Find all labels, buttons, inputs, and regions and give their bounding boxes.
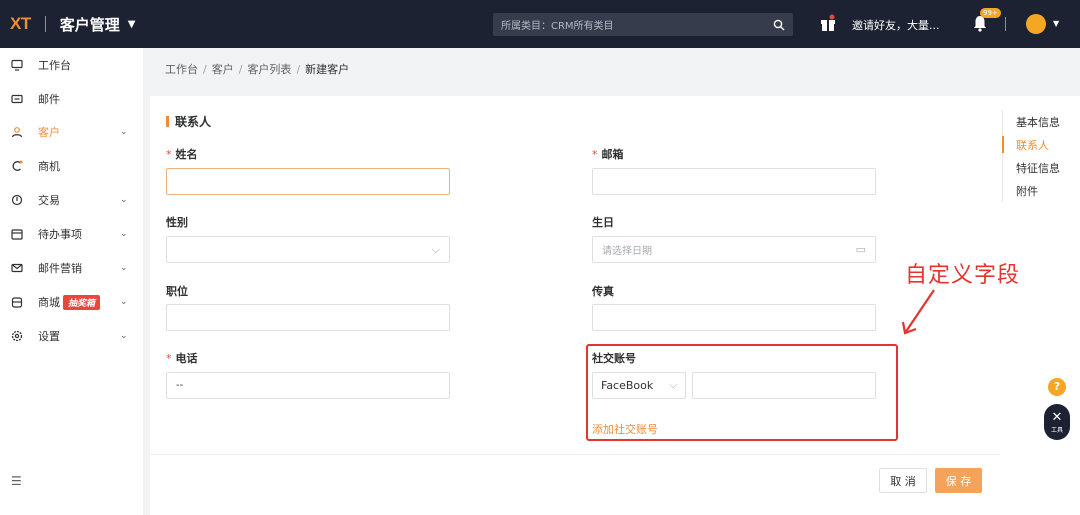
topbar-divider bbox=[1005, 17, 1006, 31]
name-label-text: 姓名 bbox=[175, 148, 198, 161]
breadcrumb-current: 新建客户 bbox=[305, 63, 350, 76]
breadcrumb-item[interactable]: 客户列表 bbox=[247, 63, 291, 76]
help-button[interactable]: ? bbox=[1048, 378, 1066, 396]
sidebar-item-mail[interactable]: 邮件 bbox=[0, 82, 143, 116]
user-avatar[interactable] bbox=[1026, 14, 1046, 34]
custom-field-annotation: 自定义字段 bbox=[905, 263, 1021, 288]
breadcrumb-item[interactable]: 客户 bbox=[212, 63, 234, 76]
section-anchor-nav: 基本信息 联系人 特征信息 附件 bbox=[1002, 110, 1072, 202]
birthday-label: 生日 bbox=[592, 216, 614, 229]
invite-friends-link[interactable]: 邀请好友，大量... bbox=[852, 17, 940, 33]
fax-label: 传真 bbox=[592, 285, 614, 298]
phone-label: * 电话 bbox=[166, 352, 198, 365]
sidebar-item-opportunity[interactable]: 商机 bbox=[0, 149, 143, 183]
save-button[interactable]: 保 存 bbox=[935, 468, 982, 493]
app-switcher-caret-icon[interactable]: ▼ bbox=[128, 19, 136, 30]
anchor-features[interactable]: 特征信息 bbox=[1003, 156, 1072, 179]
breadcrumb-item[interactable]: 工作台 bbox=[165, 63, 198, 76]
logo-divider bbox=[44, 16, 46, 32]
search-placeholder: 所属类目：CRM所有类目 bbox=[501, 21, 614, 32]
app-logo[interactable]: XT bbox=[10, 14, 31, 34]
chevron-down-icon[interactable]: ⌄ bbox=[120, 229, 128, 239]
email-label: * 邮箱 bbox=[592, 148, 624, 161]
user-menu-caret-icon[interactable]: ▼ bbox=[1053, 19, 1059, 28]
sidebar-item-label: 商机 bbox=[38, 160, 60, 173]
sidebar: 工作台 邮件 客户 ⌄ 商机 交易 ⌄ 待办事项 ⌄ 邮件营销 ⌄ 商城 抽奖箱… bbox=[0, 48, 143, 515]
mail-icon bbox=[11, 94, 23, 104]
gender-label: 性别 bbox=[166, 216, 188, 229]
social-platform-value: FaceBook bbox=[601, 379, 654, 392]
email-label-text: 邮箱 bbox=[601, 148, 624, 161]
position-label: 职位 bbox=[166, 285, 188, 298]
phone-field[interactable]: -- bbox=[166, 372, 450, 399]
calendar-icon: ▭ bbox=[855, 243, 866, 256]
lottery-badge[interactable]: 抽奖箱 bbox=[63, 295, 101, 310]
social-account-label: 社交账号 bbox=[592, 352, 636, 365]
chevron-down-icon[interactable]: ⌄ bbox=[120, 297, 128, 307]
sidebar-item-todo[interactable]: 待办事项 ⌄ bbox=[0, 217, 143, 251]
fax-field[interactable] bbox=[592, 304, 876, 331]
mail-marketing-icon bbox=[11, 263, 23, 273]
position-field[interactable] bbox=[166, 304, 450, 331]
calendar-icon bbox=[11, 229, 23, 240]
sidebar-item-label: 客户 bbox=[38, 126, 60, 139]
social-account-input[interactable] bbox=[692, 372, 876, 399]
sidebar-item-label: 设置 bbox=[38, 330, 60, 343]
sidebar-item-label: 待办事项 bbox=[38, 228, 82, 241]
tools-icon: ✕ bbox=[1051, 409, 1063, 425]
tools-label: 工具 bbox=[1050, 426, 1063, 434]
sidebar-item-store[interactable]: 商城 抽奖箱 ⌄ bbox=[0, 285, 143, 319]
sidebar-item-label: 邮件营销 bbox=[38, 262, 82, 275]
cancel-button[interactable]: 取 消 bbox=[879, 468, 927, 493]
deal-icon bbox=[11, 194, 23, 206]
opportunity-icon bbox=[12, 160, 23, 171]
store-icon bbox=[11, 297, 23, 308]
chevron-down-icon[interactable]: ⌄ bbox=[120, 331, 128, 341]
anchor-contacts[interactable]: 联系人 bbox=[1002, 133, 1072, 156]
birthday-date-picker[interactable]: 请选择日期 ▭ bbox=[592, 236, 876, 263]
category-search-input[interactable]: 所属类目：CRM所有类目 bbox=[493, 13, 793, 36]
sidebar-item-settings[interactable]: 设置 ⌄ bbox=[0, 319, 143, 353]
chevron-down-icon: ⌵ bbox=[669, 380, 677, 391]
annotation-arrow-icon bbox=[901, 289, 935, 335]
name-label: * 姓名 bbox=[166, 148, 198, 161]
sidebar-item-mail-marketing[interactable]: 邮件营销 ⌄ bbox=[0, 251, 143, 285]
sidebar-item-workbench[interactable]: 工作台 bbox=[0, 48, 143, 82]
chevron-down-icon: ⌵ bbox=[431, 242, 440, 256]
collapse-sidebar-icon[interactable]: ☰ bbox=[11, 474, 22, 488]
user-icon bbox=[11, 127, 23, 138]
anchor-attachments[interactable]: 附件 bbox=[1003, 179, 1072, 202]
name-field[interactable] bbox=[166, 168, 450, 195]
phone-value: -- bbox=[176, 380, 184, 391]
gear-icon bbox=[11, 330, 23, 342]
gender-select[interactable]: ⌵ bbox=[166, 236, 450, 263]
email-field[interactable] bbox=[592, 168, 876, 195]
gift-icon[interactable] bbox=[820, 14, 836, 32]
sidebar-item-label: 交易 bbox=[38, 194, 60, 207]
logo-text: XT bbox=[10, 14, 31, 33]
tools-button[interactable]: ✕ 工具 bbox=[1044, 404, 1070, 440]
chevron-down-icon[interactable]: ⌄ bbox=[120, 127, 128, 137]
sidebar-item-customer[interactable]: 客户 ⌄ bbox=[0, 115, 143, 149]
sidebar-item-label: 工作台 bbox=[38, 59, 71, 72]
breadcrumb: 工作台 / 客户 / 客户列表 / 新建客户 bbox=[165, 63, 350, 76]
notification-badge: 99+ bbox=[980, 8, 1001, 18]
app-title[interactable]: 客户管理 bbox=[60, 14, 120, 35]
social-platform-select[interactable]: FaceBook ⌵ bbox=[592, 372, 686, 399]
footer-divider bbox=[150, 454, 1000, 455]
monitor-icon bbox=[11, 59, 23, 71]
chevron-down-icon[interactable]: ⌄ bbox=[120, 263, 128, 273]
anchor-basic-info[interactable]: 基本信息 bbox=[1003, 110, 1072, 133]
add-social-account-link[interactable]: 添加社交账号 bbox=[592, 421, 658, 437]
sidebar-item-label: 邮件 bbox=[38, 93, 60, 106]
chevron-down-icon[interactable]: ⌄ bbox=[120, 195, 128, 205]
section-title: 联系人 bbox=[166, 113, 211, 130]
phone-label-text: 电话 bbox=[175, 352, 198, 365]
search-icon[interactable] bbox=[773, 19, 785, 31]
sidebar-item-deal[interactable]: 交易 ⌄ bbox=[0, 183, 143, 217]
sidebar-item-label: 商城 bbox=[38, 296, 60, 309]
top-navigation-bar: XT 客户管理 ▼ 所属类目：CRM所有类目 邀请好友，大量... 99+ ▼ bbox=[0, 0, 1080, 48]
birthday-placeholder: 请选择日期 bbox=[602, 246, 652, 257]
